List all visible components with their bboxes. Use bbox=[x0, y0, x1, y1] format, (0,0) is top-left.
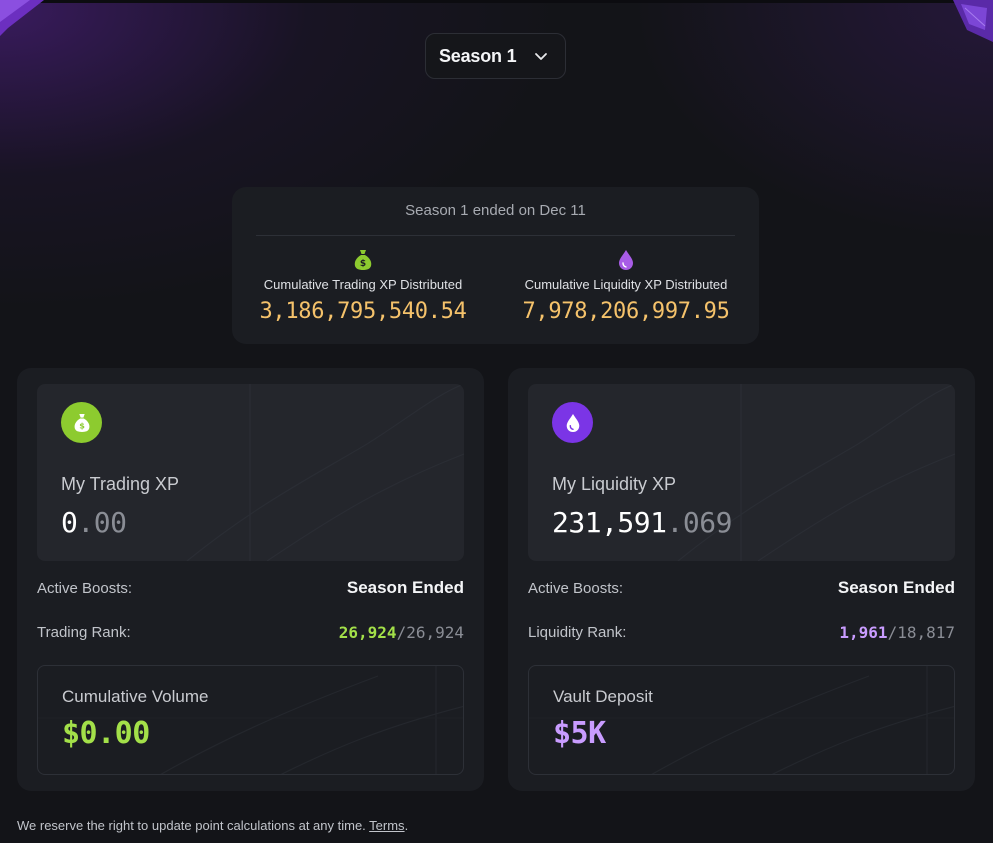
footer-text: We reserve the right to update point cal… bbox=[17, 818, 370, 833]
vault-deposit-panel: Vault Deposit $5K bbox=[528, 665, 955, 775]
active-boosts-value: Season Ended bbox=[346, 578, 464, 597]
money-bag-icon: $ bbox=[74, 413, 89, 432]
trading-rank-total: /26,924 bbox=[396, 623, 464, 642]
liquidity-xp-whole: 231,591 bbox=[552, 506, 667, 539]
liquidity-xp-distributed-value: 7,978,206,997.95 bbox=[522, 299, 730, 324]
top-border bbox=[0, 0, 993, 3]
active-boosts-label: Active Boosts: bbox=[37, 579, 133, 597]
liquidity-xp-card: My Liquidity XP 231,591.069 Active Boost… bbox=[508, 368, 975, 791]
cumulative-volume-value: $0.00 bbox=[62, 716, 150, 751]
liquidity-rank-mine: 1,961 bbox=[839, 623, 888, 642]
trading-rank-label: Trading Rank: bbox=[37, 624, 131, 641]
trading-xp-panel: $ My Trading XP 0.00 bbox=[37, 384, 464, 561]
trading-xp-value: 0.00 bbox=[61, 506, 127, 539]
liquidity-xp-fraction: .069 bbox=[666, 506, 733, 539]
season-summary-panel: Season 1 ended on Dec 11 $ Cumulative Tr… bbox=[232, 187, 759, 344]
trading-xp-card: $ My Trading XP 0.00 Active Boosts: Seas… bbox=[17, 368, 484, 791]
liquidity-rank-label: Liquidity Rank: bbox=[528, 624, 627, 641]
liquidity-active-boosts-row: Active Boosts: Season Ended bbox=[528, 578, 955, 598]
trading-xp-distributed-caption: Cumulative Trading XP Distributed bbox=[263, 277, 463, 292]
vault-deposit-value: $5K bbox=[553, 716, 606, 751]
active-boosts-label: Active Boosts: bbox=[528, 579, 624, 597]
chevron-down-icon bbox=[535, 53, 548, 60]
vault-deposit-label: Vault Deposit bbox=[553, 687, 653, 706]
trading-xp-distributed-value: 3,186,795,540.54 bbox=[259, 299, 467, 324]
season-dropdown[interactable]: Season 1 bbox=[425, 33, 566, 79]
season-ended-text: Season 1 ended on Dec 11 bbox=[405, 202, 586, 219]
liquidity-rank-value: 1,961/18,817 bbox=[839, 623, 955, 642]
corner-decoration-right bbox=[953, 0, 993, 42]
svg-text:$: $ bbox=[360, 259, 366, 269]
trading-active-boosts-row: Active Boosts: Season Ended bbox=[37, 578, 464, 598]
svg-text:$: $ bbox=[79, 420, 85, 430]
divider bbox=[256, 235, 735, 236]
money-bag-icon: $ bbox=[354, 250, 372, 270]
footer-period: . bbox=[404, 818, 409, 833]
trading-xp-label: My Trading XP bbox=[61, 474, 180, 494]
liquidity-rank-total: /18,817 bbox=[887, 623, 955, 642]
cumulative-volume-label: Cumulative Volume bbox=[62, 687, 209, 706]
liquidity-xp-panel: My Liquidity XP 231,591.069 bbox=[528, 384, 955, 561]
liquidity-xp-value: 231,591.069 bbox=[552, 506, 732, 539]
droplet-icon bbox=[619, 250, 633, 270]
trading-rank-row: Trading Rank: 26,924/26,924 bbox=[37, 623, 464, 642]
trading-xp-distributed-stat: $ Cumulative Trading XP Distributed 3,18… bbox=[243, 249, 483, 324]
liquidity-rank-row: Liquidity Rank: 1,961/18,817 bbox=[528, 623, 955, 642]
liquidity-xp-label: My Liquidity XP bbox=[552, 474, 677, 494]
money-bag-badge: $ bbox=[61, 402, 102, 443]
terms-link[interactable]: Terms bbox=[369, 818, 404, 833]
corner-decoration-left bbox=[0, 0, 44, 36]
active-boosts-value: Season Ended bbox=[837, 578, 955, 597]
footer-disclaimer: We reserve the right to update point cal… bbox=[17, 818, 408, 833]
trading-rank-value: 26,924/26,924 bbox=[339, 623, 464, 642]
trading-xp-fraction: .00 bbox=[77, 506, 127, 539]
droplet-badge bbox=[552, 402, 593, 443]
liquidity-xp-distributed-caption: Cumulative Liquidity XP Distributed bbox=[524, 277, 728, 292]
season-dropdown-label: Season 1 bbox=[439, 45, 517, 66]
liquidity-xp-distributed-stat: Cumulative Liquidity XP Distributed 7,97… bbox=[506, 249, 746, 324]
droplet-icon bbox=[566, 413, 579, 432]
trading-xp-whole: 0 bbox=[61, 506, 78, 539]
trading-rank-mine: 26,924 bbox=[338, 623, 397, 642]
cumulative-volume-panel: Cumulative Volume $0.00 bbox=[37, 665, 464, 775]
